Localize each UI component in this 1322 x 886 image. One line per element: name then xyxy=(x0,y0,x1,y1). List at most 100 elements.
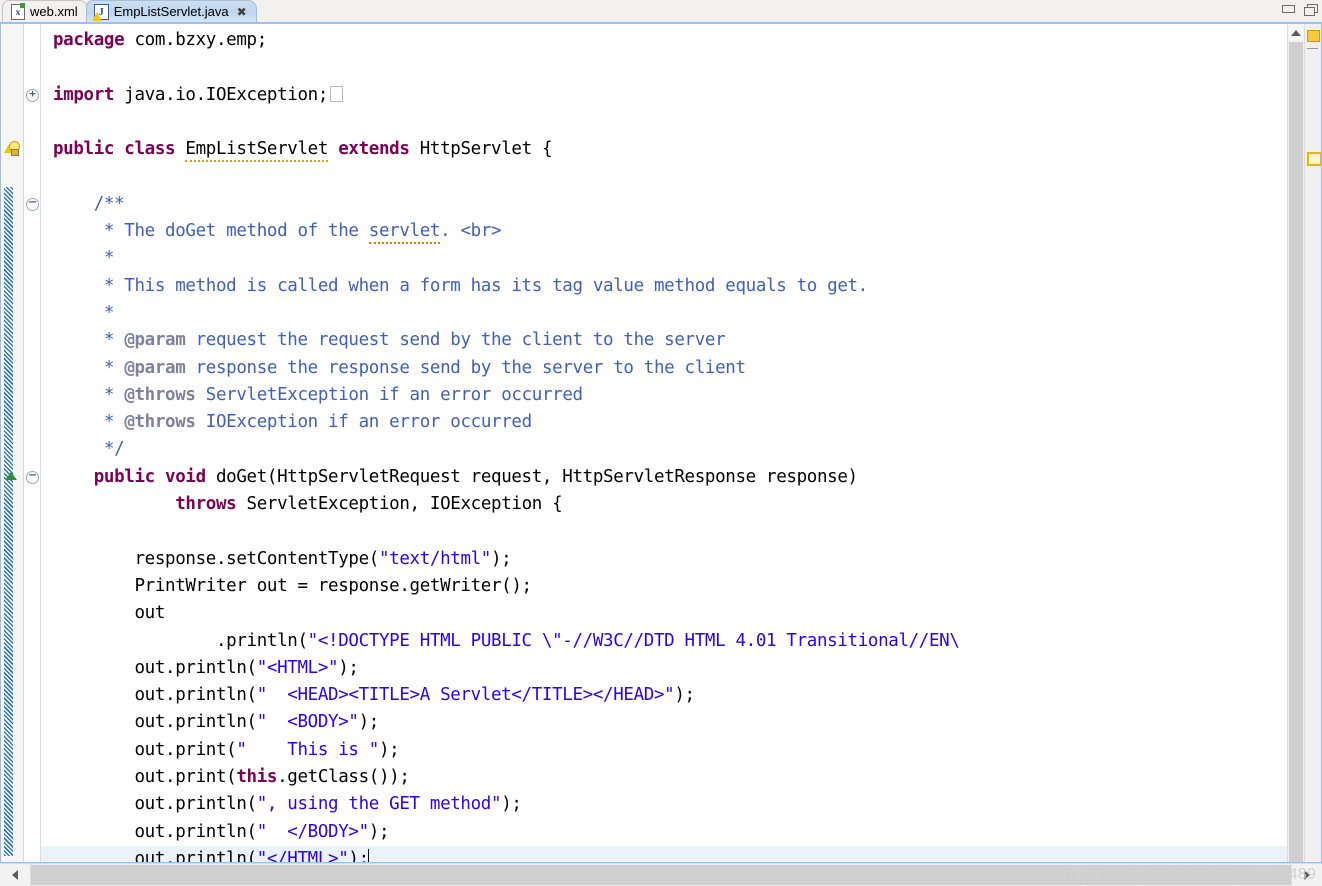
code-token: out.print( xyxy=(53,767,237,788)
code-line[interactable]: */ xyxy=(41,436,1287,463)
fold-collapse-icon[interactable] xyxy=(26,197,39,211)
code-token: public void xyxy=(53,466,216,487)
code-line[interactable]: throws ServletException, IOException { xyxy=(41,491,1287,518)
code-token: ); xyxy=(338,657,359,678)
code-token: IOException if an error occurred xyxy=(195,412,532,433)
code-token: ); xyxy=(501,794,522,815)
fold-collapse-icon[interactable] xyxy=(26,470,39,484)
overview-ruler[interactable] xyxy=(1304,24,1321,862)
maximize-icon[interactable] xyxy=(1303,2,1318,16)
code-token: package xyxy=(53,30,125,50)
tab-web-xml[interactable]: x web.xml xyxy=(2,0,88,22)
code-line[interactable]: response.setContentType("text/html"); xyxy=(41,546,1287,573)
code-line[interactable]: * @throws IOException if an error occurr… xyxy=(41,409,1287,436)
code-line[interactable]: .println("<!DOCTYPE HTML PUBLIC \"-//W3C… xyxy=(41,628,1287,655)
scroll-up-icon[interactable] xyxy=(1288,24,1304,41)
annotation-ruler[interactable] xyxy=(1,24,24,862)
code-line[interactable]: out.print(this.getClass()); xyxy=(41,764,1287,791)
code-token: ", using the GET method" xyxy=(256,794,502,815)
code-token: out.println( xyxy=(53,848,257,862)
code-line[interactable]: public class EmpListServlet extends Http… xyxy=(41,136,1287,163)
code-line[interactable]: * xyxy=(41,300,1287,327)
code-line[interactable] xyxy=(41,54,1287,81)
code-line[interactable]: * The doGet method of the servlet. <br> xyxy=(41,218,1287,245)
collapsed-imports-icon[interactable] xyxy=(330,85,344,102)
code-token: */ xyxy=(53,439,125,460)
code-token: throws xyxy=(53,494,247,515)
code-line[interactable]: * xyxy=(41,245,1287,272)
code-token: out.println( xyxy=(53,794,257,815)
overview-warning-marker[interactable] xyxy=(1307,30,1320,42)
scroll-left-icon[interactable] xyxy=(0,864,31,886)
up-arrow-icon[interactable] xyxy=(5,471,17,480)
code-token: out xyxy=(53,603,166,624)
horizontal-scrollbar-thumb[interactable] xyxy=(31,865,1291,885)
tab-emplistservlet-java[interactable]: J EmpListServlet.java ✖ xyxy=(85,0,257,22)
source-code[interactable]: package com.bzxy.emp; import java.io.IOE… xyxy=(41,24,1287,862)
code-token: "<!DOCTYPE HTML PUBLIC \"-//W3C//DTD HTM… xyxy=(307,630,960,651)
eclipse-editor-window: x web.xml J EmpListServlet.java ✖ + – – … xyxy=(0,0,1322,886)
code-line[interactable]: PrintWriter out = response.getWriter(); xyxy=(41,573,1287,600)
overview-warning-marker-hollow[interactable] xyxy=(1307,152,1321,166)
code-line[interactable]: out.println(" </BODY>"); xyxy=(41,819,1287,846)
code-token: java.io.IOException; xyxy=(114,84,329,105)
code-token: * xyxy=(53,412,125,433)
folding-ruler[interactable] xyxy=(24,24,41,862)
xml-file-icon: x xyxy=(10,4,25,20)
horizontal-scrollbar[interactable] xyxy=(0,863,1322,886)
code-line[interactable]: out.println(" <HEAD><TITLE>A Servlet</TI… xyxy=(41,682,1287,709)
code-area[interactable]: package com.bzxy.emp; import java.io.IOE… xyxy=(41,24,1287,862)
code-token: * xyxy=(53,384,125,405)
minimize-icon[interactable] xyxy=(1280,2,1295,16)
code-token: ); xyxy=(674,685,695,706)
code-line[interactable]: out.println(" <BODY>"); xyxy=(41,709,1287,736)
code-line[interactable]: /** xyxy=(41,191,1287,218)
code-token: @throws xyxy=(124,412,196,433)
window-controls xyxy=(1280,2,1318,16)
fold-expand-icon[interactable] xyxy=(26,88,39,102)
vertical-scrollbar[interactable] xyxy=(1287,24,1304,862)
tab-close-icon[interactable]: ✖ xyxy=(237,6,247,18)
code-token: ServletException if an error occurred xyxy=(195,384,583,405)
warning-bulb-icon[interactable] xyxy=(4,140,20,157)
code-token: public class xyxy=(53,139,186,160)
code-token: out.println( xyxy=(53,712,257,733)
code-token: @param xyxy=(124,330,186,351)
code-line[interactable]: out.println("<HTML>"); xyxy=(41,655,1287,682)
code-token: " <BODY>" xyxy=(256,712,359,733)
scroll-right-icon[interactable] xyxy=(1291,864,1322,886)
code-editor: package com.bzxy.emp; import java.io.IOE… xyxy=(0,22,1322,863)
code-token: extends xyxy=(328,139,420,160)
code-token: EmpListServlet xyxy=(185,139,328,163)
code-line[interactable] xyxy=(41,109,1287,136)
code-token: response the response send by the server… xyxy=(185,357,746,378)
code-line[interactable]: * @throws ServletException if an error o… xyxy=(41,382,1287,409)
code-token: doGet(HttpServletRequest request, HttpSe… xyxy=(215,466,858,487)
code-token: request the request send by the client t… xyxy=(185,330,726,351)
code-line[interactable]: out.println("</HTML>"); xyxy=(41,845,1287,862)
code-token: .getClass()); xyxy=(277,767,410,788)
code-token: ServletException, IOException { xyxy=(246,494,563,515)
code-line[interactable]: out xyxy=(41,600,1287,627)
code-token: .println( xyxy=(53,630,308,651)
code-token: servlet xyxy=(368,221,440,245)
code-token: * xyxy=(53,330,125,351)
code-line[interactable]: import java.io.IOException; xyxy=(41,82,1287,109)
code-line[interactable]: * @param request the request send by the… xyxy=(41,327,1287,354)
code-line[interactable]: out.println(", using the GET method"); xyxy=(41,791,1287,818)
code-line[interactable]: public void doGet(HttpServletRequest req… xyxy=(41,464,1287,491)
code-token: * xyxy=(53,302,115,323)
code-token: ); xyxy=(348,848,369,862)
code-line[interactable]: * This method is called when a form has … xyxy=(41,273,1287,300)
code-line[interactable]: package com.bzxy.emp; xyxy=(41,27,1287,54)
code-token: ); xyxy=(358,712,380,733)
tab-label-web-xml: web.xml xyxy=(30,4,78,19)
code-line[interactable] xyxy=(41,163,1287,190)
code-token: . <br> xyxy=(440,221,502,242)
code-line[interactable]: out.print(" This is "); xyxy=(41,737,1287,764)
vertical-scrollbar-thumb[interactable] xyxy=(1289,42,1303,862)
code-line[interactable] xyxy=(41,518,1287,545)
code-token: response.setContentType( xyxy=(53,548,379,569)
code-line[interactable]: * @param response the response send by t… xyxy=(41,355,1287,382)
code-token: out.println( xyxy=(53,657,257,678)
